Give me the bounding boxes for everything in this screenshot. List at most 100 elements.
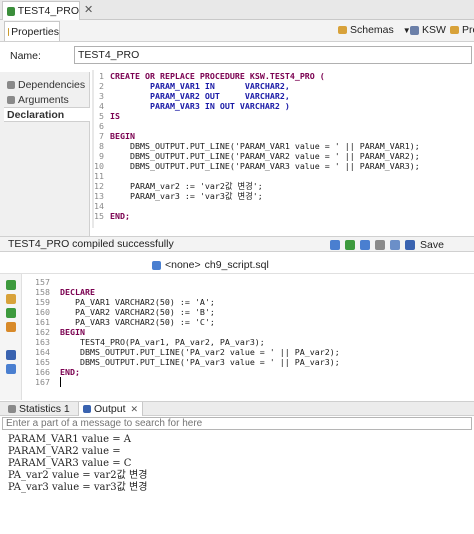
line-number: 167	[35, 377, 50, 387]
output-icon	[83, 405, 91, 413]
arguments-icon	[7, 95, 15, 104]
tab-output[interactable]: Output ✕	[78, 402, 144, 416]
name-label: Name:	[10, 50, 41, 62]
line-number: 15	[94, 211, 104, 221]
line-number: 163	[35, 337, 50, 347]
code-line: DBMS_OUTPUT.PUT_LINE('PA_var3 value = ' …	[60, 357, 340, 367]
pro-label: Pro	[462, 24, 474, 36]
output-filter-input[interactable]	[2, 417, 472, 430]
code-line: PA_VAR1 VARCHAR2(50) := 'A';	[60, 297, 215, 307]
tab-statistics[interactable]: Statistics 1	[4, 402, 74, 416]
line-number: 8	[99, 141, 104, 151]
line-number: 164	[35, 347, 50, 357]
sql-script-icon	[152, 260, 161, 270]
line-number: 10	[94, 161, 104, 171]
sql-script-editor[interactable]: 157 158 159 160 161 162 163 164 165 166 …	[22, 274, 474, 400]
code-line: DECLARE	[60, 287, 95, 297]
tab-arguments[interactable]: Arguments	[4, 92, 90, 107]
line-number: 158	[35, 287, 50, 297]
close-output-icon[interactable]: ✕	[131, 404, 139, 415]
tab-dependencies[interactable]: Dependencies	[4, 77, 90, 92]
line-number: 165	[35, 357, 50, 367]
code-line: PA_VAR2 VARCHAR2(50) := 'B';	[60, 307, 215, 317]
run-icon[interactable]	[345, 240, 355, 250]
code-line: DBMS_OUTPUT.PUT_LINE('PARAM_VAR3 value =…	[110, 161, 420, 171]
code-line: PA_VAR3 VARCHAR2(50) := 'C';	[60, 317, 215, 327]
line-number: 13	[94, 191, 104, 201]
line-number: 14	[94, 201, 104, 211]
code-line: IS	[110, 111, 120, 121]
tab-properties[interactable]: Properties	[4, 21, 60, 41]
compile-status-message: TEST4_PRO compiled successfully	[8, 238, 174, 250]
script-connection: <none>	[165, 259, 201, 271]
explain-plan-icon[interactable]	[6, 308, 16, 318]
tab-declaration[interactable]: Declaration	[4, 107, 90, 122]
procedure-icon	[7, 6, 15, 16]
code-line: PARAM_var3 := 'var3값 변경';	[110, 191, 263, 201]
tab-dependencies-label: Dependencies	[18, 78, 86, 91]
export-icon[interactable]	[390, 240, 400, 250]
output-line: PARAM_VAR2 value =	[8, 446, 121, 457]
code-line: DBMS_OUTPUT.PUT_LINE('PARAM_VAR2 value =…	[110, 151, 420, 161]
code-line: TEST4_PRO(PA_var1, PA_var2, PA_var3);	[60, 337, 265, 347]
line-number: 2	[99, 81, 104, 91]
schemas-selector[interactable]: Schemas ▼	[338, 24, 411, 36]
text-cursor	[60, 377, 61, 387]
name-field[interactable]: TEST4_PRO	[74, 46, 472, 64]
project-icon	[450, 26, 459, 34]
schemas-icon	[338, 26, 347, 34]
script-filename: ch9_script.sql	[204, 259, 269, 271]
tab-output-label: Output	[94, 403, 126, 415]
ksw-selector[interactable]: KSW	[410, 24, 446, 36]
execute-script-icon[interactable]	[6, 294, 16, 304]
line-number: 9	[99, 151, 104, 161]
compile-icon[interactable]	[330, 240, 340, 250]
output-line: PARAM_VAR1 value = A	[8, 434, 131, 445]
code-line: PARAM_VAR3 IN OUT VARCHAR2 )	[110, 101, 290, 111]
output-line: PA_var2 value = var2값 변경	[8, 470, 148, 481]
code-line: BEGIN	[60, 327, 85, 337]
tab-arguments-label: Arguments	[18, 93, 69, 106]
code-line: PARAM_VAR2 OUT VARCHAR2,	[110, 91, 290, 101]
tab-declaration-label: Declaration	[7, 108, 65, 121]
line-number: 7	[99, 131, 104, 141]
output-console: PARAM_VAR1 value = A PARAM_VAR2 value = …	[0, 431, 474, 534]
pro-selector[interactable]: Pro	[450, 24, 474, 36]
line-number: 6	[99, 121, 104, 131]
line-number: 161	[35, 317, 50, 327]
load-plan-icon[interactable]	[6, 322, 16, 332]
line-number: 4	[99, 101, 104, 111]
tab-title: TEST4_PRO	[17, 5, 79, 17]
line-number: 11	[94, 171, 104, 181]
script-title[interactable]: <none> ch9_script.sql	[152, 259, 269, 271]
side-tab-panel: Dependencies Arguments Declaration	[0, 72, 90, 237]
execute-statement-icon[interactable]	[6, 280, 16, 290]
copy-icon[interactable]	[375, 240, 385, 250]
code-line: DBMS_OUTPUT.PUT_LINE('PARAM_VAR1 value =…	[110, 141, 420, 151]
code-line: END;	[110, 211, 130, 221]
output-line: PA_var3 value = var3값 변경	[8, 482, 148, 493]
tab-test4-pro[interactable]: TEST4_PRO	[2, 1, 80, 20]
settings-icon[interactable]	[6, 364, 16, 374]
procedure-editor[interactable]: 1 2 3 4 5 6 7 8 9 10 11 12 13 14 15 CREA…	[92, 70, 474, 228]
properties-label: Properties	[11, 25, 59, 38]
line-number: 12	[94, 181, 104, 191]
line-number: 3	[99, 91, 104, 101]
save-icon[interactable]	[405, 240, 415, 250]
tab-statistics-label: Statistics 1	[19, 403, 70, 415]
line-number: 162	[35, 327, 50, 337]
line-number: 157	[35, 277, 50, 287]
save-label[interactable]: Save	[420, 239, 444, 251]
line-number: 160	[35, 307, 50, 317]
code-line: PARAM_var2 := 'var2값 변경';	[110, 181, 263, 191]
format-icon[interactable]	[360, 240, 370, 250]
properties-icon	[8, 27, 10, 36]
dependencies-icon	[7, 80, 15, 89]
statistics-icon	[8, 405, 16, 413]
output-toggle-icon[interactable]	[6, 350, 16, 360]
line-number: 5	[99, 111, 104, 121]
status-toolbar: Save	[330, 239, 444, 251]
schemas-label: Schemas	[350, 24, 394, 36]
close-tab-icon[interactable]: ✕	[84, 3, 93, 16]
line-number: 166	[35, 367, 50, 377]
